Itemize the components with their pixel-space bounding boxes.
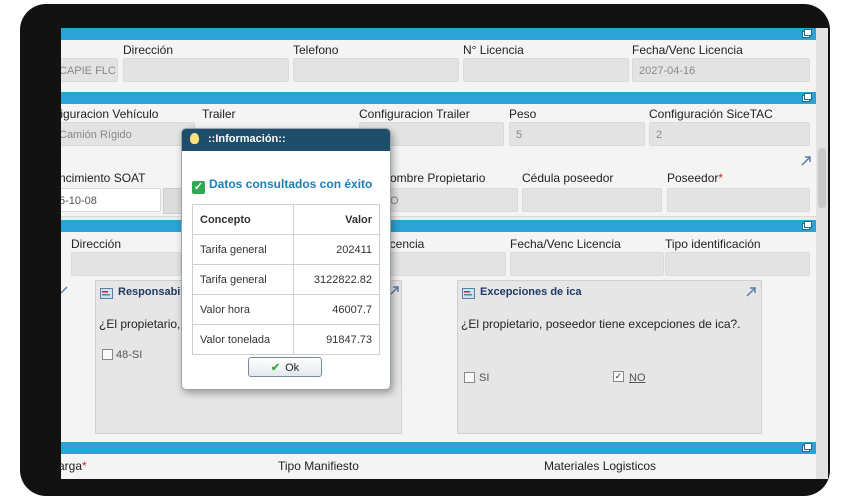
label-licencia: N° Licencia xyxy=(463,43,524,57)
cell-valor: 3122822.82 xyxy=(292,264,381,295)
label-cedula: Cédula poseedor xyxy=(522,171,614,185)
checkbox-si[interactable] xyxy=(464,372,475,383)
expand-icon[interactable] xyxy=(800,155,812,167)
expand-icon[interactable] xyxy=(745,286,757,298)
dialog-title: ::Información:: xyxy=(208,133,286,145)
section-owner: Dirección Telefono N° Licencia Fecha/Ven… xyxy=(61,40,816,93)
window-icon[interactable] xyxy=(802,443,812,452)
label-tipo-manifiesto: Tipo Manifiesto xyxy=(278,459,359,473)
field-propietario[interactable]: O xyxy=(383,188,518,212)
label-tipo-id: Tipo identificación xyxy=(665,237,761,251)
window-icon[interactable] xyxy=(802,221,812,230)
label-direccion: Dirección xyxy=(123,43,174,57)
column-header-valor: Valor xyxy=(292,204,381,235)
checkbox-no-checked[interactable]: ✓ xyxy=(613,371,624,382)
label-soat: ncimiento SOAT xyxy=(61,171,146,185)
label-telefono: Telefono xyxy=(293,43,339,57)
section-header-bar xyxy=(61,92,816,104)
lightbulb-icon xyxy=(190,133,199,144)
field-config-vehiculo[interactable]: Camión Rígido xyxy=(61,122,195,146)
panel-title: Responsabil xyxy=(118,286,184,298)
field-cut-value[interactable]: CAPIE FLC xyxy=(61,58,118,82)
field-direccion-2[interactable] xyxy=(71,252,181,276)
cell-valor: 91847.73 xyxy=(292,324,381,355)
table-row: Tarifa general 202411 xyxy=(192,234,381,265)
field-cedula[interactable] xyxy=(522,188,662,212)
field-fecha-licencia[interactable]: 2027-04-16 xyxy=(632,58,810,82)
label-peso: Peso xyxy=(509,107,537,121)
cell-concepto: Valor tonelada xyxy=(192,324,294,355)
checkbox-label: 48-SI xyxy=(116,349,143,361)
label-config-trailer: Configuracion Trailer xyxy=(359,107,470,121)
field-licencia[interactable] xyxy=(463,58,629,82)
field-fecha-licencia-2[interactable] xyxy=(510,252,664,276)
success-message: ✓ Datos consultados con éxito xyxy=(192,177,372,194)
field-soat-date[interactable]: 5-10-08 xyxy=(61,188,161,212)
dialog-header[interactable]: ::Información:: xyxy=(182,129,390,151)
section-header-bar xyxy=(61,442,816,454)
label-licencia-2: icencia xyxy=(387,237,425,251)
success-text: Datos consultados con éxito xyxy=(209,177,373,191)
field-telefono[interactable] xyxy=(293,58,459,82)
checkbox-no-label: NO xyxy=(629,372,646,384)
checkbox-si-label: SI xyxy=(479,372,490,384)
app-screen: Dirección Telefono N° Licencia Fecha/Ven… xyxy=(61,28,828,479)
table-row: Valor tonelada 91847.73 xyxy=(192,324,381,355)
column-header-concepto: Concepto xyxy=(192,204,294,235)
scrollbar-thumb[interactable] xyxy=(818,148,826,208)
table-row: Valor hora 46007.7 xyxy=(192,294,381,325)
ok-label: Ok xyxy=(285,362,300,374)
results-table: Concepto Valor Tarifa general 202411 Tari… xyxy=(192,204,381,355)
section-vehicle: figuracion Vehículo Trailer Configuracio… xyxy=(61,104,816,153)
expand-icon[interactable] xyxy=(61,285,69,295)
label-poseedor: Poseedor* xyxy=(667,171,724,185)
label-carga: arga* xyxy=(61,459,87,473)
field-tipo-id[interactable] xyxy=(665,252,810,276)
label-propietario: ombre Propietario xyxy=(390,171,486,185)
cell-concepto: Tarifa general xyxy=(192,264,294,295)
cell-valor: 202411 xyxy=(292,234,381,265)
window-icon[interactable] xyxy=(802,93,812,102)
cell-concepto: Tarifa general xyxy=(192,234,294,265)
field-config-sicetac[interactable]: 2 xyxy=(649,122,810,146)
label-config-vehiculo: figuracion Vehículo xyxy=(61,107,159,121)
form-icon xyxy=(100,288,113,299)
cell-concepto: Valor hora xyxy=(192,294,294,325)
ok-button[interactable]: ✔ Ok xyxy=(248,357,322,377)
field-poseedor[interactable] xyxy=(667,188,810,212)
field-peso[interactable]: 5 xyxy=(509,122,645,146)
section-header-bar xyxy=(61,28,816,40)
panel-question: ¿El propietario, poseedor tiene excepcio… xyxy=(461,317,741,331)
check-icon: ✓ xyxy=(192,181,205,194)
panel-title: Excepciones de ica xyxy=(480,286,582,298)
device-frame: Dirección Telefono N° Licencia Fecha/Ven… xyxy=(20,4,830,496)
panel-question: ¿El propietario, p xyxy=(99,317,191,331)
info-dialog: ::Información:: ✓ Datos consultados con é… xyxy=(181,128,391,390)
label-config-sicetac: Configuración SiceTAC xyxy=(649,107,773,121)
checkbox-48-si[interactable] xyxy=(102,349,113,360)
label-fecha-licencia-2: Fecha/Venc Licencia xyxy=(510,237,621,251)
scrollbar[interactable] xyxy=(816,28,828,479)
section-soat: ncimiento SOAT ombre Propietario Cédula … xyxy=(61,152,816,217)
panel-excepciones-ica: Excepciones de ica ¿El propietario, pose… xyxy=(457,280,762,434)
section-carga: arga* Tipo Manifiesto Materiales Logisti… xyxy=(61,454,816,479)
table-row: Tarifa general 3122822.82 xyxy=(192,264,381,295)
field-licencia-2[interactable] xyxy=(387,252,506,276)
checkmark-icon: ✔ xyxy=(270,362,281,374)
form-icon xyxy=(462,288,475,299)
label-direccion-2: Dirección xyxy=(71,237,122,251)
section-header-bar xyxy=(61,220,816,232)
label-fecha-licencia: Fecha/Venc Licencia xyxy=(632,43,743,57)
field-direccion[interactable] xyxy=(123,58,289,82)
cell-valor: 46007.7 xyxy=(292,294,381,325)
table-header-row: Concepto Valor xyxy=(192,204,381,235)
label-trailer: Trailer xyxy=(202,107,236,121)
section-driver: Dirección icencia Fecha/Venc Licencia Ti… xyxy=(61,232,816,281)
label-materiales: Materiales Logisticos xyxy=(544,459,657,473)
window-icon[interactable] xyxy=(802,29,812,38)
calendar-icon[interactable] xyxy=(163,188,183,214)
